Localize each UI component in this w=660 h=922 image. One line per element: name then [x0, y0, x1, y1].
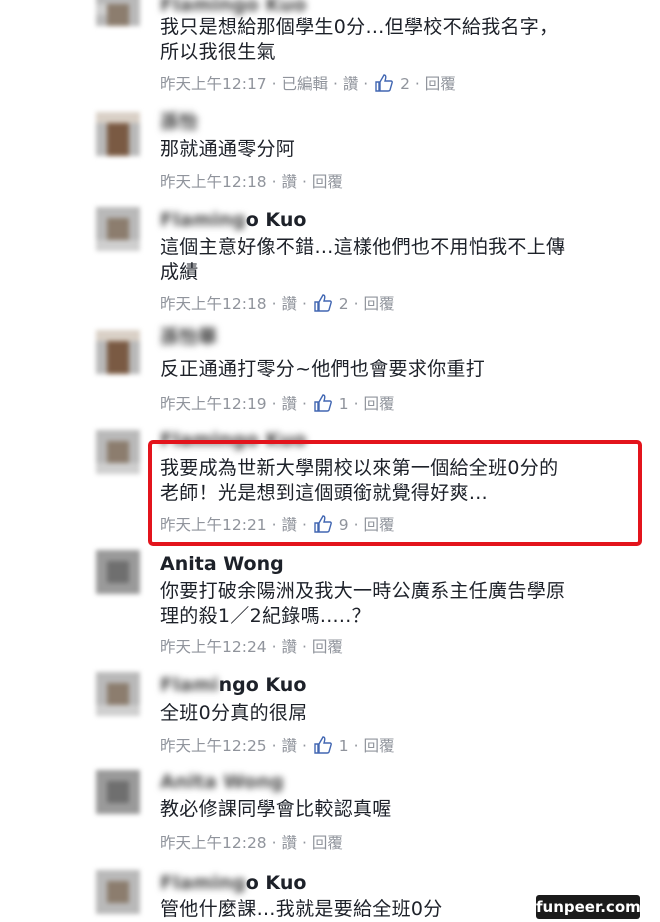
author-visible: ngo Kuo: [218, 674, 307, 696]
comment-body: 全班0分真的很屌: [160, 702, 308, 724]
reply-button[interactable]: 回覆: [312, 173, 343, 191]
comment-meta: 昨天上午12:17 · 已編輯 · 讚 · 2 · 回覆: [160, 74, 456, 93]
comment-author[interactable]: Anita Wong: [160, 552, 284, 576]
author-visible: o Kuo: [245, 209, 307, 231]
comment-meta: 昨天上午12:18 · 讚 · 2 · 回覆: [160, 294, 395, 313]
thumbs-up-icon[interactable]: [314, 736, 332, 754]
reply-button[interactable]: 回覆: [425, 75, 456, 93]
comment-timestamp[interactable]: 昨天上午12:28: [160, 834, 267, 852]
avatar[interactable]: [96, 870, 140, 914]
author-blurred: Flami: [160, 674, 219, 696]
avatar[interactable]: [96, 672, 140, 716]
comment-author[interactable]: 孫怡: [160, 110, 198, 134]
author-visible: o Kuo: [245, 872, 307, 894]
reply-button[interactable]: 回覆: [312, 638, 343, 656]
comment-author[interactable]: 孫怡華: [160, 325, 217, 349]
like-count[interactable]: 1: [339, 737, 349, 755]
comment-timestamp[interactable]: 昨天上午12:19: [160, 395, 267, 413]
like-button[interactable]: 讚: [281, 737, 297, 755]
thumbs-up-icon[interactable]: [314, 394, 332, 412]
watermark: funpeer.com: [536, 895, 641, 919]
like-button[interactable]: 讚: [281, 638, 297, 656]
comment-body: 反正通通打零分~他們也會要求你重打: [160, 358, 486, 380]
like-button[interactable]: 讚: [281, 173, 297, 191]
avatar[interactable]: [96, 770, 140, 814]
comment-body: 那就通通零分阿: [160, 138, 296, 160]
avatar[interactable]: [96, 207, 140, 251]
author-visible: Anita Wong: [160, 553, 284, 575]
comment-timestamp[interactable]: 昨天上午12:25: [160, 737, 267, 755]
reply-button[interactable]: 回覆: [363, 395, 394, 413]
author-blurred: Flamingo Kuo: [160, 0, 307, 16]
like-button[interactable]: 讚: [281, 295, 297, 313]
comment-body: 教必修課同學會比較認真喔: [160, 798, 392, 820]
comment-author[interactable]: Flamingo Kuo: [160, 208, 306, 232]
comment-author[interactable]: Anita Wong: [160, 770, 284, 794]
comment-author[interactable]: Flamingo Kuo: [160, 871, 306, 895]
comment-timestamp[interactable]: 昨天上午12:17: [160, 75, 267, 93]
reply-button[interactable]: 回覆: [363, 737, 394, 755]
thumbs-up-icon[interactable]: [314, 294, 332, 312]
like-button[interactable]: 讚: [281, 834, 297, 852]
author-blurred: Flaming: [160, 872, 246, 894]
like-count[interactable]: 2: [339, 295, 349, 313]
author-blurred: 孫怡: [160, 111, 199, 133]
comment-meta: 昨天上午12:28 · 讚 · 回覆: [160, 834, 343, 852]
comment-meta: 昨天上午12:24 · 讚 · 回覆: [160, 638, 343, 656]
highlight-box: [148, 440, 642, 546]
author-blurred: 孫怡華: [160, 326, 218, 348]
avatar[interactable]: [96, 0, 140, 26]
comment-body: 這個主意好像不錯…這樣他們也不用怕我不上傳 成績: [160, 236, 566, 283]
like-count[interactable]: 2: [400, 75, 410, 93]
like-button[interactable]: 讚: [343, 75, 359, 93]
like-count[interactable]: 1: [339, 395, 349, 413]
author-blurred: Anita Wong: [160, 771, 284, 793]
comment-meta: 昨天上午12:18 · 讚 · 回覆: [160, 173, 343, 191]
avatar[interactable]: [96, 430, 140, 474]
comment-author[interactable]: Flamingo Kuo: [160, 673, 306, 697]
comment-timestamp[interactable]: 昨天上午12:18: [160, 173, 267, 191]
comment-timestamp[interactable]: 昨天上午12:18: [160, 295, 267, 313]
reply-button[interactable]: 回覆: [363, 295, 394, 313]
comment-meta: 昨天上午12:19 · 讚 · 1 · 回覆: [160, 394, 395, 413]
comment-timestamp[interactable]: 昨天上午12:24: [160, 638, 267, 656]
reply-button[interactable]: 回覆: [312, 834, 343, 852]
comment-meta: 昨天上午12:25 · 讚 · 1 · 回覆: [160, 736, 395, 755]
like-button[interactable]: 讚: [281, 395, 297, 413]
author-blurred: Flaming: [160, 209, 246, 231]
comment-body: 你要打破余陽洲及我大一時公廣系主任廣告學原 理的殺1／2紀錄嗎.....？: [160, 580, 566, 627]
thumbs-up-icon[interactable]: [375, 74, 394, 92]
avatar[interactable]: [96, 330, 140, 374]
avatar[interactable]: [96, 112, 140, 156]
avatar[interactable]: [96, 550, 140, 594]
edited-label[interactable]: 已編輯: [281, 75, 328, 93]
comment-body: 我只是想給那個學生0分…但學校不給我名字， 所以我很生氣: [160, 16, 559, 63]
